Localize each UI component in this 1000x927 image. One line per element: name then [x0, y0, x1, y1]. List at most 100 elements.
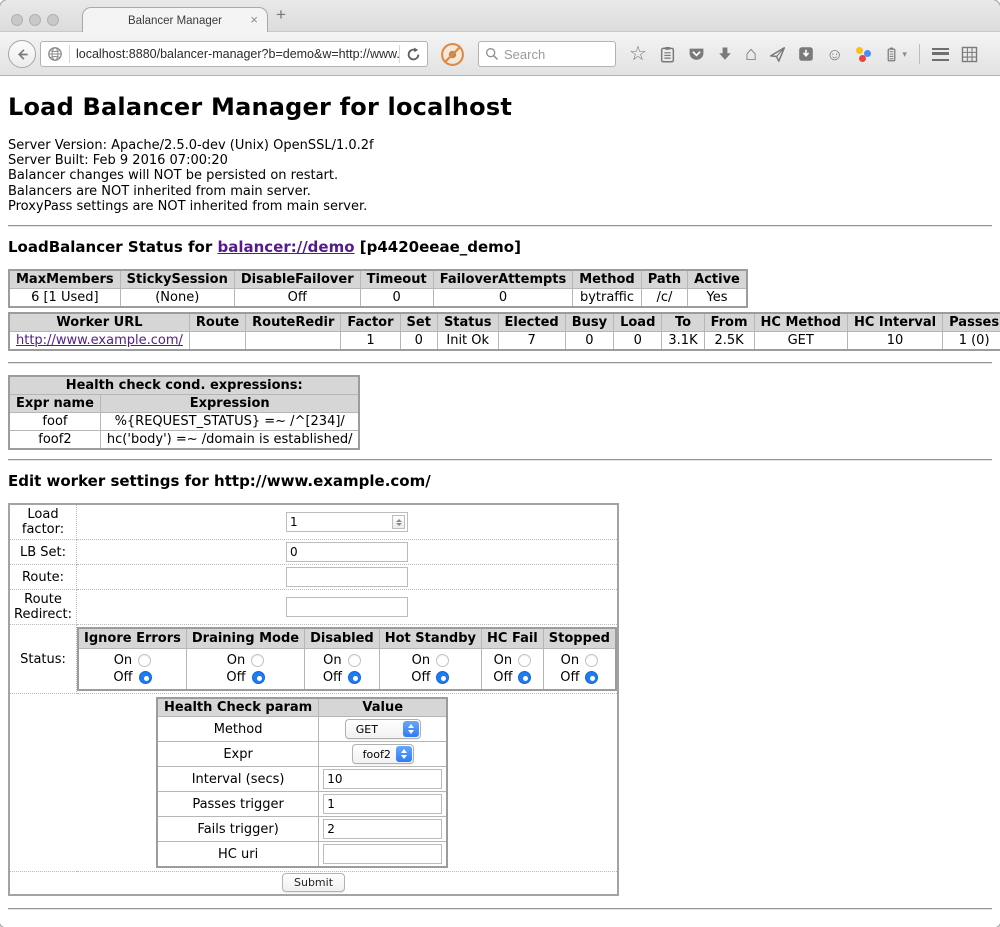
hot-standby-off-radio[interactable]: [436, 671, 449, 684]
hot-standby-on-radio[interactable]: [436, 654, 449, 667]
reading-list-icon[interactable]: [659, 46, 676, 63]
ignore-errors-off-radio[interactable]: [139, 671, 152, 684]
table-header-row: MaxMembers StickySession DisableFailover…: [9, 270, 747, 289]
status-header-row: Ignore Errors Draining Mode Disabled Hot…: [78, 628, 616, 649]
hc-row-interval: Interval (secs): [157, 767, 447, 792]
browser-window: Balancer Manager × + localhost:8880/bala…: [0, 0, 1000, 927]
form-row-health-check: Health Check param Value Method GET: [9, 694, 618, 872]
window-minimize-button[interactable]: [29, 14, 41, 26]
pocket-icon[interactable]: [688, 46, 705, 63]
site-identity-globe-icon[interactable]: [41, 46, 69, 62]
search-bar[interactable]: [478, 41, 616, 67]
bookmark-star-icon[interactable]: ☆: [629, 44, 647, 64]
stopped-off-radio[interactable]: [585, 671, 598, 684]
disabled-off-radio[interactable]: [348, 671, 361, 684]
search-input[interactable]: [504, 47, 609, 62]
search-icon: [485, 47, 499, 61]
status-radio-row: On Off On Off On Off: [78, 649, 616, 691]
method-select[interactable]: GET: [345, 719, 421, 739]
route-input[interactable]: [286, 567, 408, 587]
new-tab-button[interactable]: +: [276, 6, 286, 23]
radio-on-label: On: [323, 653, 341, 668]
cell-to: 3.1K: [662, 332, 704, 351]
passes-trigger-input[interactable]: [323, 794, 442, 814]
downloads-icon[interactable]: [717, 46, 733, 62]
back-button[interactable]: [8, 40, 36, 68]
cell-passes: 1 (0): [943, 332, 1000, 351]
fails-trigger-input[interactable]: [323, 819, 442, 839]
form-row-lb-set: LB Set:: [9, 540, 618, 565]
interval-input[interactable]: [323, 769, 442, 789]
cell-factor: 1: [341, 332, 400, 351]
cell-status: Init Ok: [437, 332, 498, 351]
window-close-button[interactable]: [11, 14, 23, 26]
submit-button[interactable]: Submit: [282, 873, 345, 892]
status-cell-hot-standby: On Off: [379, 649, 481, 691]
interval-label: Interval (secs): [157, 767, 319, 792]
draining-mode-on-radio[interactable]: [251, 654, 264, 667]
load-factor-input[interactable]: [286, 512, 408, 532]
tab-close-icon[interactable]: ×: [250, 12, 258, 27]
select-stepper-icon: [396, 746, 412, 762]
send-tab-icon[interactable]: [769, 46, 786, 63]
radio-off-label: Off: [560, 670, 579, 685]
status-cell-draining-mode: On Off: [186, 649, 304, 691]
cell-hc-interval: 10: [847, 332, 942, 351]
divider-rule: [8, 908, 992, 910]
hc-expressions-table: Health check cond. expressions: Expr nam…: [8, 375, 360, 450]
home-icon[interactable]: ⌂: [745, 44, 757, 64]
menu-hamburger-icon[interactable]: [932, 48, 949, 61]
method-selected-value: GET: [356, 723, 378, 736]
inherit-note-line: Balancers are NOT inherited from main se…: [8, 184, 992, 199]
number-spinner[interactable]: [392, 515, 405, 529]
battery-icon: [884, 46, 899, 63]
hc-uri-input[interactable]: [323, 844, 442, 864]
url-bar[interactable]: localhost:8880/balancer-manager?b=demo&w…: [40, 41, 428, 67]
disabled-on-radio[interactable]: [348, 654, 361, 667]
form-row-route: Route:: [9, 565, 618, 590]
draining-mode-off-radio[interactable]: [252, 671, 265, 684]
lb-set-input[interactable]: [286, 542, 408, 562]
method-label: Method: [157, 717, 319, 742]
save-page-icon[interactable]: [798, 46, 814, 62]
tab-balancer-manager[interactable]: Balancer Manager ×: [82, 7, 268, 33]
window-zoom-button[interactable]: [47, 14, 59, 26]
divider-rule: [8, 362, 992, 364]
stopped-on-radio[interactable]: [585, 654, 598, 667]
cell-from: 2.5K: [704, 332, 754, 351]
cell-load: 0: [614, 332, 662, 351]
colored-dots-extension-icon[interactable]: [855, 46, 872, 63]
content-blocked-icon[interactable]: [440, 42, 465, 67]
route-redirect-input[interactable]: [286, 597, 408, 617]
feedback-smiley-icon[interactable]: ☺: [826, 46, 843, 63]
radio-off-label: Off: [493, 670, 512, 685]
lb-set-label: LB Set:: [9, 540, 77, 565]
grid-panel-icon[interactable]: [961, 46, 978, 63]
heading-text: [p4420eeae_demo]: [355, 238, 521, 256]
col-failoverattempts: FailoverAttempts: [433, 270, 573, 289]
radio-on-label: On: [114, 653, 132, 668]
radio-on-label: On: [227, 653, 245, 668]
hc-row-fails: Fails trigger): [157, 817, 447, 842]
balancer-demo-link[interactable]: balancer://demo: [217, 238, 354, 256]
balancer-params-table: MaxMembers StickySession DisableFailover…: [8, 269, 748, 308]
hc-fail-off-radio[interactable]: [518, 671, 531, 684]
page-title: Load Balancer Manager for localhost: [8, 93, 992, 121]
status-label: Status:: [9, 625, 77, 694]
reload-icon[interactable]: [400, 47, 427, 62]
status-cell-disabled: On Off: [305, 649, 380, 691]
url-text[interactable]: localhost:8880/balancer-manager?b=demo&w…: [70, 47, 399, 61]
route-redirect-label: Route Redirect:: [9, 590, 77, 625]
worker-url-link[interactable]: http://www.example.com/: [16, 333, 183, 348]
cell-elected: 7: [498, 332, 565, 351]
tab-bar: Balancer Manager × +: [0, 0, 1000, 32]
cell-expression: %{REQUEST_STATUS} =~ /^[234]/: [100, 413, 359, 431]
cell-set: 0: [400, 332, 437, 351]
col-disablefailover: DisableFailover: [234, 270, 360, 289]
expr-select[interactable]: foof2: [352, 744, 414, 764]
cell-expr-name: foof: [9, 413, 100, 431]
battery-extension-button[interactable]: ▾: [884, 46, 907, 63]
ignore-errors-on-radio[interactable]: [138, 654, 151, 667]
server-info: Server Version: Apache/2.5.0-dev (Unix) …: [8, 138, 992, 214]
hc-fail-on-radio[interactable]: [518, 654, 531, 667]
